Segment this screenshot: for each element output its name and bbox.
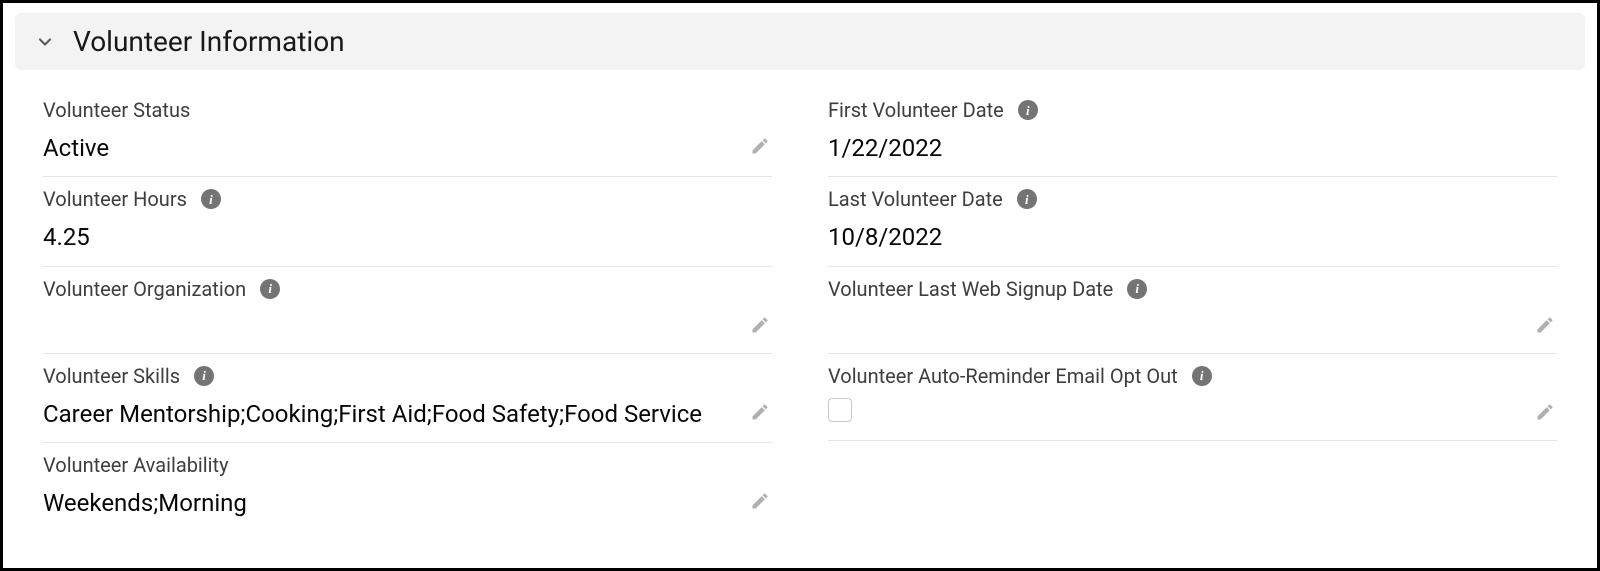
right-column: First Volunteer Date i 1/22/2022 Last Vo…	[828, 88, 1557, 532]
field-label: Last Volunteer Date	[828, 187, 1003, 211]
field-label: Volunteer Last Web Signup Date	[828, 277, 1113, 301]
field-first-volunteer-date: First Volunteer Date i 1/22/2022	[828, 88, 1557, 177]
field-opt-out: Volunteer Auto-Reminder Email Opt Out i	[828, 354, 1557, 441]
pencil-icon[interactable]	[748, 400, 772, 424]
field-volunteer-status: Volunteer Status Active	[43, 88, 772, 177]
info-icon[interactable]: i	[260, 279, 280, 299]
info-icon[interactable]: i	[194, 366, 214, 386]
field-last-volunteer-date: Last Volunteer Date i 10/8/2022	[828, 177, 1557, 266]
field-last-web-signup-date: Volunteer Last Web Signup Date i	[828, 267, 1557, 354]
field-label: Volunteer Status	[43, 98, 190, 122]
field-label: Volunteer Auto-Reminder Email Opt Out	[828, 364, 1178, 388]
field-volunteer-hours: Volunteer Hours i 4.25	[43, 177, 772, 266]
section-header[interactable]: Volunteer Information	[15, 13, 1585, 70]
info-icon[interactable]: i	[1127, 279, 1147, 299]
pencil-icon[interactable]	[748, 489, 772, 513]
field-volunteer-organization: Volunteer Organization i	[43, 267, 772, 354]
info-icon[interactable]: i	[201, 189, 221, 209]
field-volunteer-skills: Volunteer Skills i Career Mentorship;Coo…	[43, 354, 772, 443]
field-label: Volunteer Availability	[43, 453, 229, 477]
info-icon[interactable]: i	[1018, 100, 1038, 120]
pencil-icon[interactable]	[1533, 400, 1557, 424]
pencil-icon[interactable]	[1533, 313, 1557, 337]
field-value: Weekends;Morning	[43, 487, 247, 519]
pencil-icon[interactable]	[748, 313, 772, 337]
field-label: First Volunteer Date	[828, 98, 1004, 122]
field-value: Career Mentorship;Cooking;First Aid;Food…	[43, 398, 702, 430]
field-label: Volunteer Skills	[43, 364, 180, 388]
opt-out-checkbox[interactable]	[828, 398, 852, 422]
field-volunteer-availability: Volunteer Availability Weekends;Morning	[43, 443, 772, 531]
volunteer-info-panel: Volunteer Information Volunteer Status A…	[3, 3, 1597, 568]
left-column: Volunteer Status Active Volunteer Hours …	[43, 88, 772, 532]
field-value: 10/8/2022	[828, 221, 942, 253]
field-label: Volunteer Hours	[43, 187, 187, 211]
pencil-icon[interactable]	[748, 134, 772, 158]
field-value: Active	[43, 132, 109, 164]
field-value: 1/22/2022	[828, 132, 942, 164]
field-value: 4.25	[43, 221, 90, 253]
chevron-down-icon	[33, 30, 57, 54]
info-icon[interactable]: i	[1192, 366, 1212, 386]
info-icon[interactable]: i	[1017, 189, 1037, 209]
field-label: Volunteer Organization	[43, 277, 246, 301]
field-columns: Volunteer Status Active Volunteer Hours …	[15, 88, 1585, 532]
section-title: Volunteer Information	[73, 25, 345, 58]
